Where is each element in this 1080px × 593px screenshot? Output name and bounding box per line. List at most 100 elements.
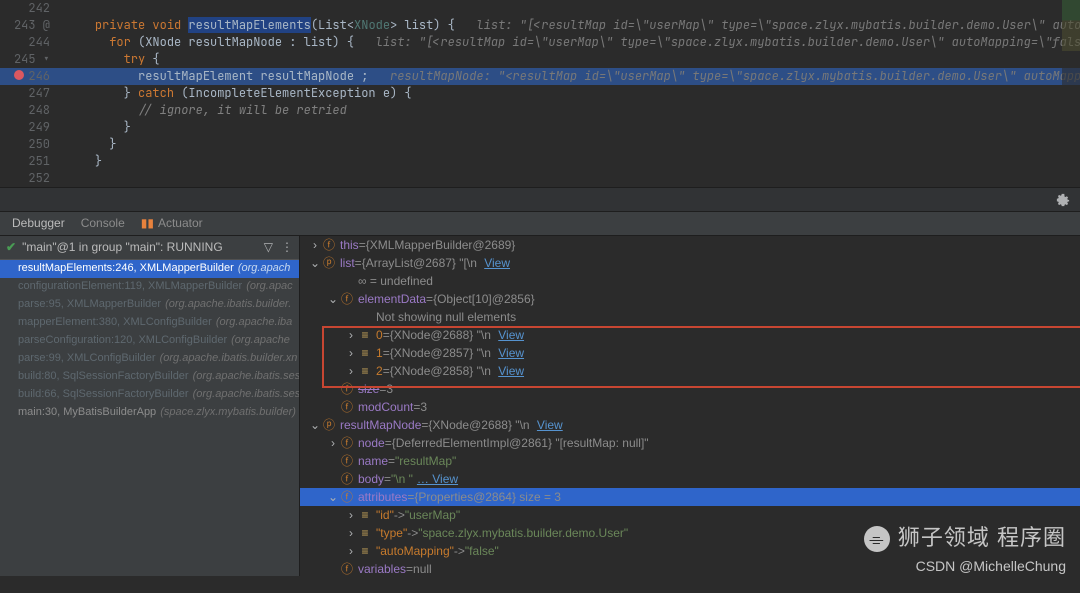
var-type-icon: ≡ bbox=[358, 507, 372, 524]
expand-icon[interactable]: › bbox=[346, 525, 356, 542]
tab-console[interactable]: Console bbox=[81, 215, 125, 232]
gutter: 243 @ bbox=[0, 17, 62, 34]
variable-row[interactable]: ›ⓕnode = {DeferredElementImpl@2861} "[re… bbox=[300, 434, 1080, 452]
variable-row[interactable]: ›≡"id" -> "userMap" bbox=[300, 506, 1080, 524]
variable-row[interactable]: ›≡2 = {XNode@2858} "\n View bbox=[300, 362, 1080, 380]
variable-row[interactable]: ›≡1 = {XNode@2857} "\n View bbox=[300, 344, 1080, 362]
expand-icon[interactable]: › bbox=[328, 435, 338, 452]
var-type-icon: ⓕ bbox=[340, 435, 354, 452]
filter-icon[interactable]: ▽ bbox=[264, 239, 273, 256]
stack-frame[interactable]: main:30, MyBatisBuilderApp(space.zlyx.my… bbox=[0, 404, 299, 422]
code-line[interactable]: 242 bbox=[0, 0, 1080, 17]
stack-frame[interactable]: parse:95, XMLMapperBuilder(org.apache.ib… bbox=[0, 296, 299, 314]
expand-icon[interactable]: ⌄ bbox=[328, 291, 338, 308]
variable-row[interactable]: ⓕvariables = null bbox=[300, 560, 1080, 576]
variable-row[interactable]: ›≡0 = {XNode@2688} "\n View bbox=[300, 326, 1080, 344]
stack-frame[interactable]: build:66, SqlSessionFactoryBuilder(org.a… bbox=[0, 386, 299, 404]
var-type-icon: ≡ bbox=[358, 543, 372, 560]
variable-row[interactable]: ⓕbody = "\n "… View bbox=[300, 470, 1080, 488]
variable-row[interactable]: ⓕmodCount = 3 bbox=[300, 398, 1080, 416]
var-type-icon: ≡ bbox=[358, 525, 372, 542]
variable-row[interactable]: ∞ = undefined bbox=[300, 272, 1080, 290]
variable-row[interactable]: ›≡"autoMapping" -> "false" bbox=[300, 542, 1080, 560]
var-type-icon: ⓕ bbox=[340, 561, 354, 576]
code-line[interactable]: 251 } bbox=[0, 153, 1080, 170]
var-type-icon: ⓕ bbox=[322, 237, 336, 254]
variable-row[interactable]: ›ⓕthis= {XMLMapperBuilder@2689} bbox=[300, 236, 1080, 254]
variable-row[interactable]: ⌄ⓕelementData= {Object[10]@2856} bbox=[300, 290, 1080, 308]
code-line[interactable]: 249 } bbox=[0, 119, 1080, 136]
expand-icon[interactable] bbox=[328, 273, 338, 290]
expand-icon[interactable]: › bbox=[310, 237, 320, 254]
expand-icon[interactable]: › bbox=[346, 543, 356, 560]
editor-toolbar bbox=[0, 187, 1080, 211]
view-link[interactable]: View bbox=[537, 418, 563, 432]
view-link[interactable]: View bbox=[498, 328, 524, 342]
code-line[interactable]: 243 @ private void resultMapElements(Lis… bbox=[0, 17, 1080, 34]
expand-icon[interactable] bbox=[346, 309, 356, 326]
expand-icon[interactable]: › bbox=[346, 327, 356, 344]
gutter: 249 bbox=[0, 119, 62, 136]
stack-frame[interactable]: configurationElement:119, XMLMapperBuild… bbox=[0, 278, 299, 296]
code-line[interactable]: 246 resultMapElement resultMapNode ; res… bbox=[0, 68, 1080, 85]
expand-icon[interactable] bbox=[328, 399, 338, 416]
variable-row[interactable]: ⌄ⓕattributes = {Properties@2864} size = … bbox=[300, 488, 1080, 506]
gutter: 246 bbox=[0, 68, 62, 85]
code-editor[interactable]: 242243 @ private void resultMapElements(… bbox=[0, 0, 1080, 187]
stack-frame[interactable]: parseConfiguration:120, XMLConfigBuilder… bbox=[0, 332, 299, 350]
expand-icon[interactable]: ⌄ bbox=[328, 489, 338, 506]
expand-icon[interactable]: › bbox=[346, 363, 356, 380]
variable-row[interactable]: ⌄ⓟlist= {ArrayList@2687} "[\n View bbox=[300, 254, 1080, 272]
var-type-icon: ⓕ bbox=[340, 399, 354, 416]
variable-row[interactable]: ⌄ⓟresultMapNode = {XNode@2688} "\n View bbox=[300, 416, 1080, 434]
expand-icon[interactable] bbox=[328, 471, 338, 488]
var-type-icon: ⓕ bbox=[340, 453, 354, 470]
more-icon[interactable]: ⋮ bbox=[281, 239, 293, 256]
thread-status-bar[interactable]: ✔ "main"@1 in group "main": RUNNING ▽ ⋮ bbox=[0, 236, 299, 260]
var-type-icon: ≡ bbox=[358, 327, 372, 344]
code-line[interactable]: 247 } catch (IncompleteElementException … bbox=[0, 85, 1080, 102]
expand-icon[interactable]: ⌄ bbox=[310, 255, 320, 272]
expand-icon[interactable]: › bbox=[346, 345, 356, 362]
expand-icon[interactable] bbox=[328, 453, 338, 470]
var-type-icon: ≡ bbox=[358, 345, 372, 362]
tab-debugger[interactable]: Debugger bbox=[12, 215, 65, 232]
var-type-icon: ⓕ bbox=[340, 471, 354, 488]
tab-actuator[interactable]: ▮▮Actuator bbox=[141, 215, 203, 232]
var-type-icon: ⓕ bbox=[340, 291, 354, 308]
gutter: 251 bbox=[0, 153, 62, 170]
stack-frame[interactable]: parse:99, XMLConfigBuilder(org.apache.ib… bbox=[0, 350, 299, 368]
thread-status: "main"@1 in group "main": RUNNING bbox=[22, 239, 223, 256]
gutter: 248 bbox=[0, 102, 62, 119]
variable-row[interactable]: ›≡"type" -> "space.zlyx.mybatis.builder.… bbox=[300, 524, 1080, 542]
actuator-icon: ▮▮ bbox=[141, 216, 154, 230]
code-line[interactable]: 252 bbox=[0, 170, 1080, 187]
variable-row[interactable]: ⓕsize = 3 bbox=[300, 380, 1080, 398]
code-line[interactable]: 248 // ignore, it will be retried bbox=[0, 102, 1080, 119]
expand-icon[interactable]: › bbox=[346, 507, 356, 524]
breakpoint-icon[interactable] bbox=[14, 70, 24, 80]
frames-pane[interactable]: ✔ "main"@1 in group "main": RUNNING ▽ ⋮ … bbox=[0, 236, 300, 576]
gear-icon[interactable] bbox=[1056, 193, 1070, 207]
variable-row[interactable]: ⓕname = "resultMap" bbox=[300, 452, 1080, 470]
minimap[interactable] bbox=[1062, 0, 1080, 170]
expand-icon[interactable] bbox=[328, 381, 338, 398]
expand-icon[interactable] bbox=[328, 561, 338, 576]
gutter: 250 bbox=[0, 136, 62, 153]
gutter: 242 bbox=[0, 0, 62, 17]
code-line[interactable]: 250 } bbox=[0, 136, 1080, 153]
stack-frame[interactable]: build:80, SqlSessionFactoryBuilder(org.a… bbox=[0, 368, 299, 386]
var-type-icon: ⓟ bbox=[322, 417, 336, 434]
view-link[interactable]: … View bbox=[417, 471, 458, 488]
variable-row[interactable]: Not showing null elements bbox=[300, 308, 1080, 326]
expand-icon[interactable]: ⌄ bbox=[310, 417, 320, 434]
stack-frame[interactable]: resultMapElements:246, XMLMapperBuilder(… bbox=[0, 260, 299, 278]
view-link[interactable]: View bbox=[484, 256, 510, 270]
view-link[interactable]: View bbox=[498, 346, 524, 360]
code-line[interactable]: 244 for (XNode resultMapNode : list) { l… bbox=[0, 34, 1080, 51]
check-icon: ✔ bbox=[6, 239, 16, 256]
variables-pane[interactable]: ›ⓕthis= {XMLMapperBuilder@2689}⌄ⓟlist= {… bbox=[300, 236, 1080, 576]
view-link[interactable]: View bbox=[498, 364, 524, 378]
code-line[interactable]: 245 ▾ try { bbox=[0, 51, 1080, 68]
stack-frame[interactable]: mapperElement:380, XMLConfigBuilder(org.… bbox=[0, 314, 299, 332]
